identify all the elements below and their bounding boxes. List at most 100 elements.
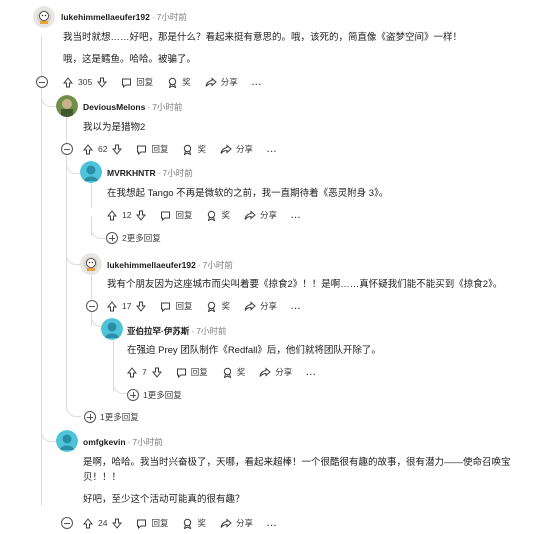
avatar[interactable] xyxy=(80,161,102,183)
more-options-button[interactable]: ... xyxy=(291,301,301,311)
comment-header: omfgkevin · 7小时前 xyxy=(83,437,163,447)
more-replies-button[interactable]: 1更多回复 xyxy=(84,411,139,423)
reply-icon xyxy=(137,519,147,529)
reply-icon xyxy=(122,78,132,88)
reply-button[interactable]: 回复 xyxy=(160,209,192,221)
award-button[interactable]: 奖 xyxy=(206,209,230,221)
expand-icon xyxy=(84,411,96,423)
upvote-icon[interactable] xyxy=(83,143,93,155)
comment-time[interactable]: 7小时前 xyxy=(157,12,187,22)
award-button[interactable]: 奖 xyxy=(182,143,206,155)
award-button[interactable]: 奖 xyxy=(167,76,191,88)
reply-button[interactable]: 回复 xyxy=(176,366,208,378)
reply-button[interactable]: 回复 xyxy=(121,76,153,88)
upvote-icon[interactable] xyxy=(107,209,117,221)
share-button[interactable]: 分享 xyxy=(244,300,277,312)
award-label: 奖 xyxy=(197,518,206,528)
more-options-icon: ... xyxy=(251,77,262,87)
upvote-icon[interactable] xyxy=(83,517,93,529)
award-button[interactable]: 奖 xyxy=(222,366,246,378)
share-button[interactable]: 分享 xyxy=(220,517,253,529)
share-label: 分享 xyxy=(260,301,278,311)
reply-button[interactable]: 回复 xyxy=(160,300,192,312)
comment-author[interactable]: DeviousMelons xyxy=(83,102,145,112)
thread-elbow xyxy=(41,429,56,442)
share-button[interactable]: 分享 xyxy=(244,209,277,221)
award-label: 奖 xyxy=(182,77,191,87)
comment-time[interactable]: 7小时前 xyxy=(162,168,192,178)
reply-icon xyxy=(161,211,171,221)
award-label: 奖 xyxy=(197,144,206,154)
comment-author[interactable]: lukehimmellaeufer192 xyxy=(61,12,150,22)
vote-count: 305 xyxy=(78,77,93,87)
upvote-icon[interactable] xyxy=(127,366,137,378)
comment-time[interactable]: 7小时前 xyxy=(203,260,233,270)
upvote-icon[interactable] xyxy=(107,300,117,312)
comment-body-line: 我当时就想……好吧，那是什么？看起来挺有意思的。哦，该死的，简直像《盗梦空间》一… xyxy=(63,32,463,43)
avatar-icon xyxy=(56,95,78,117)
comment-time[interactable]: 7小时前 xyxy=(132,437,162,447)
share-button[interactable]: 分享 xyxy=(205,76,238,88)
avatar[interactable] xyxy=(56,430,78,452)
comment-author[interactable]: 亚伯拉罕·伊苏斯 xyxy=(127,326,189,336)
thread-elbow xyxy=(66,252,81,265)
comment-author[interactable]: omfgkevin xyxy=(83,437,126,447)
avatar[interactable] xyxy=(56,95,78,117)
more-replies-button[interactable]: 2更多回复 xyxy=(106,232,161,244)
collapse-thread-button[interactable] xyxy=(36,76,48,88)
vote-group: 7 xyxy=(127,366,162,378)
thread-elbow xyxy=(91,226,106,239)
downvote-icon[interactable] xyxy=(136,210,147,221)
award-label: 奖 xyxy=(236,367,246,377)
avatar[interactable] xyxy=(80,253,102,275)
comment-header: lukehimmellaeufer192 · 7小时前 xyxy=(107,260,233,270)
more-options-button[interactable]: ... xyxy=(252,77,262,87)
comment-time[interactable]: 7小时前 xyxy=(152,102,182,112)
reply-label: 回复 xyxy=(175,210,193,220)
reply-button[interactable]: 回复 xyxy=(136,517,168,529)
more-options-button[interactable]: ... xyxy=(267,144,277,154)
downvote-icon[interactable] xyxy=(112,518,123,529)
more-options-button[interactable]: ... xyxy=(267,518,277,528)
avatar-icon xyxy=(33,6,55,28)
share-icon xyxy=(220,143,232,154)
comment-actions: 12 回复 奖 分享 ... xyxy=(107,207,315,223)
avatar[interactable] xyxy=(33,6,55,28)
more-options-button[interactable]: ... xyxy=(291,210,301,220)
avatar-icon xyxy=(80,253,102,275)
comment-author[interactable]: MVRKHNTR xyxy=(107,168,156,178)
downvote-icon[interactable] xyxy=(151,367,162,378)
share-button[interactable]: 分享 xyxy=(220,143,253,155)
comment-actions: 62 回复 奖 分享 ... xyxy=(83,141,291,157)
collapse-thread-button[interactable] xyxy=(61,517,73,529)
comment-actions: 17 回复 奖 分享 ... xyxy=(107,298,315,314)
comment-time[interactable]: 7小时前 xyxy=(196,326,226,336)
comment-body-line: 在我想起 Tango 不再是微软的之前，我一直期待着《恶灵附身 3》。 xyxy=(107,188,389,199)
share-icon xyxy=(220,517,232,528)
downvote-icon[interactable] xyxy=(136,301,147,312)
more-replies-button[interactable]: 1更多回复 xyxy=(127,389,182,401)
share-icon xyxy=(259,366,272,377)
downvote-icon[interactable] xyxy=(97,77,108,88)
share-button[interactable]: 分享 xyxy=(259,366,292,378)
upvote-icon[interactable] xyxy=(63,76,73,88)
award-button[interactable]: 奖 xyxy=(182,517,206,529)
more-options-icon: ... xyxy=(291,210,302,220)
more-options-icon: ... xyxy=(267,518,278,528)
comment-actions: 305 回复 奖 分享 ... xyxy=(63,74,276,90)
award-button[interactable]: 奖 xyxy=(206,300,230,312)
collapse-thread-button[interactable] xyxy=(86,300,98,312)
collapse-thread-button[interactable] xyxy=(61,143,73,155)
more-options-button[interactable]: ... xyxy=(306,367,316,377)
comment-author[interactable]: lukehimmellaeufer192 xyxy=(107,260,196,270)
avatar[interactable] xyxy=(101,318,123,340)
downvote-icon[interactable] xyxy=(112,144,123,155)
vote-count: 62 xyxy=(98,144,108,154)
reply-button[interactable]: 回复 xyxy=(136,143,168,155)
vote-count: 7 xyxy=(142,367,147,377)
avatar-icon xyxy=(80,161,102,183)
award-label: 奖 xyxy=(221,301,230,311)
thread-line xyxy=(66,155,67,410)
comment-header: DeviousMelons · 7小时前 xyxy=(83,102,183,112)
more-replies-label: 1更多回复 xyxy=(100,412,139,422)
